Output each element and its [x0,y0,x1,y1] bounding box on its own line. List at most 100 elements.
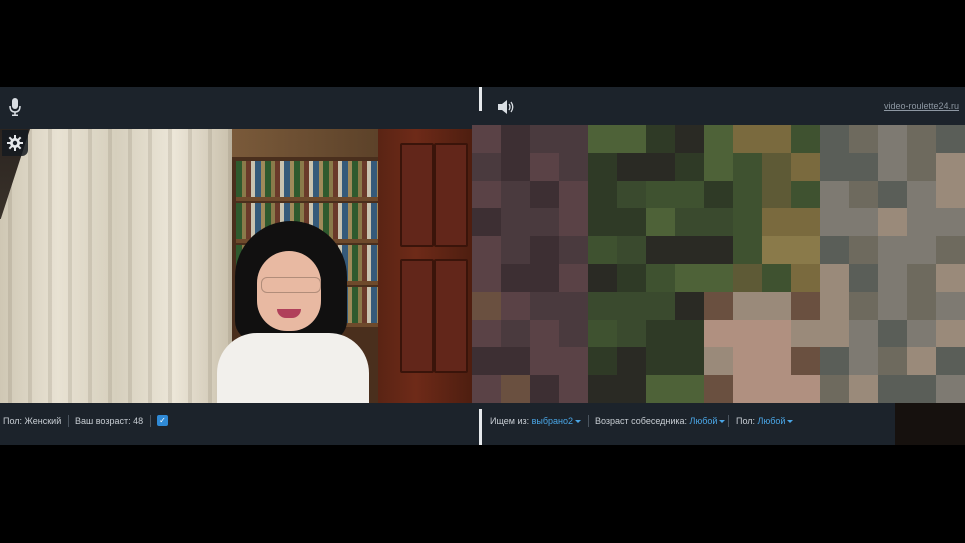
mosaic-cell [588,180,617,209]
mosaic-cell [733,319,762,348]
partner-age-label: Возраст собеседника: [595,416,688,426]
mosaic-cell [646,180,675,209]
mosaic-cell [472,152,501,181]
mosaic-cell [588,125,617,153]
mosaic-cell [820,125,849,153]
mosaic-cell [617,291,646,320]
mosaic-cell [849,180,878,209]
mosaic-cell [907,180,936,209]
mosaic-cell [530,180,559,209]
speaker-icon[interactable] [496,97,518,117]
settings-checkbox[interactable]: ✓ [157,415,168,426]
search-from-setting[interactable]: Ищем из: выбрано2 [490,416,582,426]
mosaic-cell [878,375,907,403]
mosaic-cell [559,375,588,403]
mosaic-cell [501,375,530,403]
mosaic-cell [559,319,588,348]
mosaic-cell [588,347,617,376]
mosaic-cell [617,208,646,237]
mosaic-cell [472,319,501,348]
mosaic-cell [588,263,617,292]
mosaic-cell [733,125,762,153]
mosaic-cell [675,125,704,153]
top-toolbar: video-roulette24.ru [0,87,965,129]
gender-label: Пол: [3,416,23,426]
mosaic-cell [675,208,704,237]
gender-setting[interactable]: Пол: Женский [3,416,61,426]
mosaic-cell [646,375,675,403]
mosaic-cell [501,152,530,181]
age-setting[interactable]: Ваш возраст: 48 [75,416,143,426]
mosaic-cell [588,152,617,181]
mosaic-cell [646,125,675,153]
pane-divider-bottom [479,409,482,445]
mosaic-cell [791,125,820,153]
mosaic-cell [849,125,878,153]
mosaic-cell [675,152,704,181]
mosaic-cell [472,347,501,376]
mosaic-cell [820,347,849,376]
mosaic-cell [791,208,820,237]
mosaic-cell [762,263,791,292]
mosaic-cell [878,180,907,209]
pane-divider-top [479,87,482,111]
mosaic-cell [936,263,965,292]
mosaic-cell [936,291,965,320]
mosaic-cell [559,263,588,292]
mosaic-cell [530,236,559,264]
mosaic-cell [501,263,530,292]
mosaic-cell [907,152,936,181]
mosaic-cell [617,375,646,403]
mosaic-cell [733,152,762,181]
remote-video [472,125,965,403]
mosaic-cell [617,347,646,376]
search-from-value: выбрано2 [531,416,574,426]
partner-gender-setting[interactable]: Пол: Любой [736,416,794,426]
mosaic-cell [588,208,617,237]
mosaic-cell [878,263,907,292]
mosaic-cell [820,319,849,348]
mosaic-cell [501,180,530,209]
mosaic-cell [820,208,849,237]
cabinet-panel [434,259,468,373]
mosaic-cell [646,319,675,348]
gender-value: Женский [24,416,62,426]
partner-gender-label: Пол: [736,416,756,426]
mosaic-cell [530,375,559,403]
partner-age-setting[interactable]: Возраст собеседника: Любой [595,416,726,426]
mosaic-cell [849,347,878,376]
video-chat-app: video-roulette24.ru Пол: Женский Ваш воз… [0,87,965,445]
mosaic-cell [820,180,849,209]
mosaic-cell [791,375,820,403]
chevron-down-icon [575,420,582,424]
mosaic-cell [849,319,878,348]
microphone-icon[interactable] [6,96,24,118]
gear-icon[interactable] [2,130,28,156]
mosaic-cell [907,263,936,292]
mosaic-cell [878,208,907,237]
site-link[interactable]: video-roulette24.ru [884,101,959,111]
mosaic-cell [936,152,965,181]
mosaic-cell [704,375,733,403]
mosaic-cell [617,263,646,292]
mosaic-cell [472,236,501,264]
wall-decoration [232,129,390,157]
mosaic-cell [646,208,675,237]
mosaic-cell [646,263,675,292]
mosaic-cell [559,208,588,237]
mosaic-cell [733,263,762,292]
mosaic-cell [530,291,559,320]
mosaic-cell [646,347,675,376]
local-video [0,129,472,403]
mosaic-cell [646,236,675,264]
mosaic-cell [675,319,704,348]
mosaic-cell [936,319,965,348]
mosaic-cell [501,208,530,237]
mosaic-cell [472,375,501,403]
mosaic-cell [559,152,588,181]
mosaic-cell [675,347,704,376]
mosaic-cell [501,291,530,320]
mosaic-cell [675,180,704,209]
mosaic-cell [849,208,878,237]
mosaic-cell [704,180,733,209]
